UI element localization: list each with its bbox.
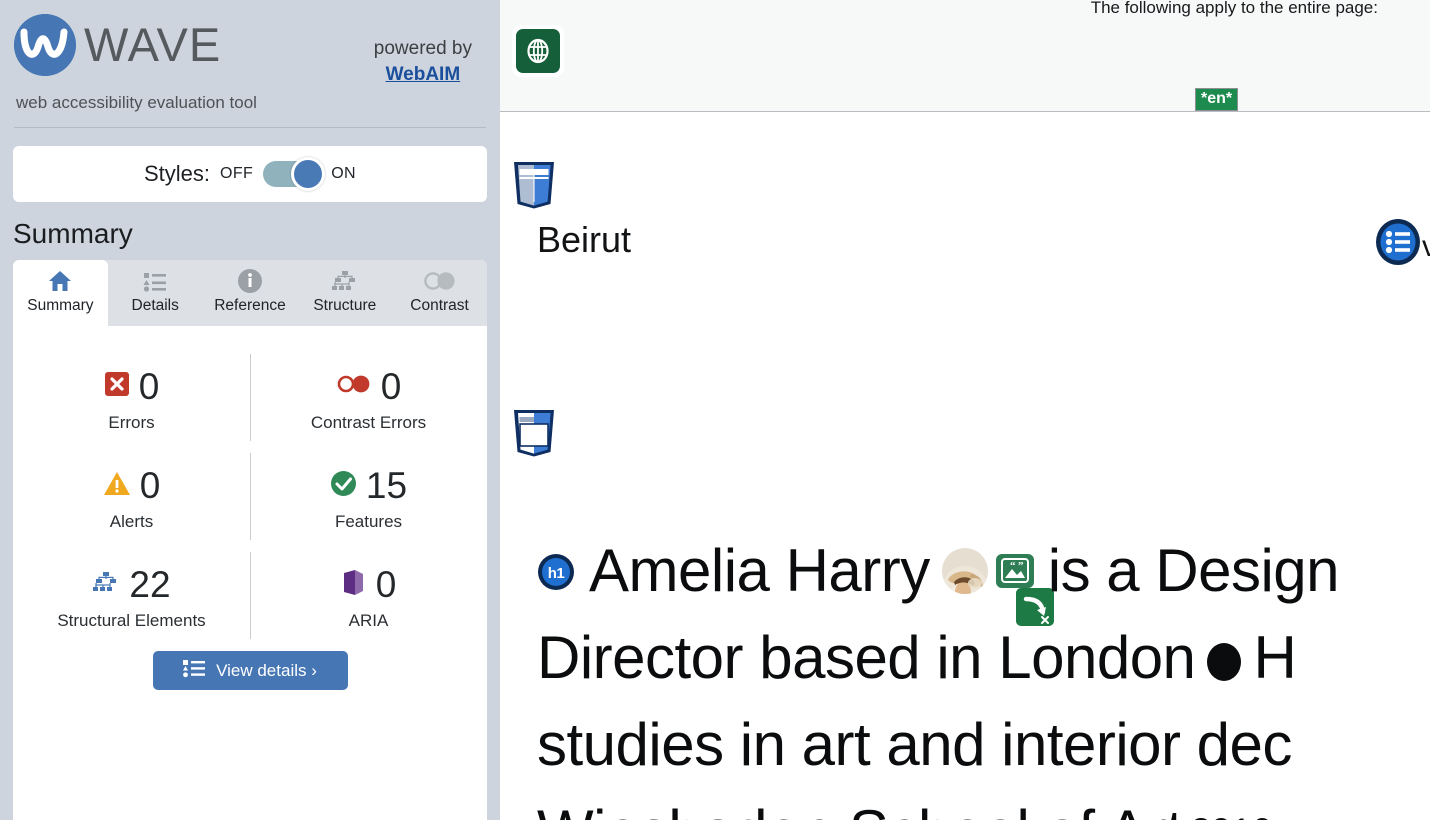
stat-errors[interactable]: 0 Errors — [13, 348, 250, 447]
stat-structural-elements-value: 22 — [129, 564, 171, 606]
page-level-banner: The following apply to the entire page: … — [500, 0, 1430, 112]
stat-features-value: 15 — [365, 465, 408, 507]
tab-summary-label: Summary — [27, 297, 94, 315]
h1-heading-icon[interactable]: h1 — [537, 527, 575, 614]
language-code-badge[interactable]: *en* — [1195, 88, 1239, 112]
tab-details[interactable]: Details — [108, 260, 203, 326]
stat-alerts[interactable]: 0 Alerts — [13, 447, 250, 546]
stat-alerts-label: Alerts — [109, 512, 154, 532]
bio-line4-year: 2016 — [1191, 812, 1272, 820]
stat-contrast-errors[interactable]: 0 Contrast Errors — [250, 348, 487, 447]
styles-on-label: ON — [331, 165, 357, 183]
bio-line4-text: Wiesbaden School of Art — [537, 788, 1183, 820]
view-details-label: View details › — [216, 660, 317, 680]
styles-toggle[interactable] — [263, 157, 326, 192]
navigation-list-icon[interactable] — [1374, 218, 1422, 271]
powered-by-label: powered by — [373, 38, 472, 59]
avatar — [941, 547, 988, 594]
stat-errors-label: Errors — [108, 413, 155, 433]
bio-line-1: h1 Amelia Harry “ ” is a Design — [537, 527, 1430, 614]
summary-stats-grid: 0 Errors 0 Contrast Errors 0 Alerts 15 F… — [13, 326, 487, 645]
language-globe-icon[interactable] — [512, 25, 564, 77]
bio-line-2: Director based in London H — [537, 614, 1430, 701]
stat-structural-elements[interactable]: 22 Structural Elements — [13, 546, 250, 645]
stat-aria[interactable]: 0 ARIA — [250, 546, 487, 645]
stat-aria-value: 0 — [375, 564, 397, 606]
wave-tagline: web accessibility evaluation tool — [16, 93, 257, 113]
stat-aria-label: ARIA — [348, 611, 389, 631]
webaim-link[interactable]: WebAIM — [374, 62, 472, 88]
stat-alerts-value: 0 — [139, 465, 161, 507]
bio-name: Amelia Harry — [589, 537, 930, 604]
page-title: Summary — [13, 218, 133, 250]
bio-line3-text: studies in art and interior dec — [537, 711, 1292, 778]
bio-line-3: studies in art and interior dec — [537, 701, 1430, 788]
stat-contrast-errors-value: 0 — [380, 366, 402, 408]
bio-line-4: Wiesbaden School of Art 2016 — [537, 788, 1430, 820]
structure-icon — [92, 570, 120, 599]
banner-note: The following apply to the entire page: — [1090, 0, 1378, 17]
tab-contrast[interactable]: Contrast — [392, 260, 487, 326]
tab-structure-label: Structure — [313, 297, 377, 315]
html5-structural-icon-secondary[interactable] — [512, 408, 556, 457]
bio-line1-tail: is a Design — [1047, 537, 1340, 604]
bio-line2-tail: H — [1253, 624, 1297, 691]
feature-icon — [330, 470, 357, 502]
list-icon — [183, 658, 206, 683]
bio-text-block: h1 Amelia Harry “ ” is a Design Director… — [537, 527, 1430, 820]
aria-icon — [341, 569, 367, 601]
alert-icon — [103, 471, 131, 501]
error-icon — [104, 371, 130, 402]
contrast-icon — [423, 266, 457, 296]
contrast-errors-icon — [336, 373, 372, 400]
bio-line2-text: Director based in London — [537, 624, 1196, 691]
powered-by-block: powered by WebAIM — [374, 14, 486, 87]
bullet-separator-icon — [1205, 635, 1243, 681]
image-alt-icon[interactable]: “ ” — [995, 553, 1034, 588]
view-details-button[interactable]: View details › — [152, 651, 348, 691]
tab-reference[interactable]: Reference — [203, 260, 298, 326]
tab-details-label: Details — [131, 297, 179, 315]
sidebar-header: WAVE powered by WebAIM web accessibility… — [0, 0, 500, 129]
svg-text:h1: h1 — [548, 565, 565, 582]
styles-toggle-knob[interactable] — [291, 157, 326, 192]
stat-errors-value: 0 — [138, 366, 160, 408]
tab-reference-label: Reference — [214, 297, 286, 315]
stat-contrast-errors-label: Contrast Errors — [310, 413, 427, 433]
summary-panel: Summary Details Reference Structure Cont… — [13, 260, 487, 820]
panel-tabs: Summary Details Reference Structure Cont… — [13, 260, 487, 327]
tab-summary[interactable]: Summary — [13, 260, 108, 327]
wave-wordmark: WAVE — [84, 18, 222, 71]
header-divider — [14, 127, 486, 129]
wave-sidebar: WAVE powered by WebAIM web accessibility… — [0, 0, 500, 820]
city-heading: Beirut — [537, 219, 632, 260]
styles-off-label: OFF — [220, 165, 254, 183]
styles-toggle-card: Styles: OFF ON — [13, 146, 487, 203]
svg-text:”: ” — [1018, 560, 1023, 572]
list-icon — [142, 266, 168, 296]
home-icon — [47, 266, 73, 296]
stat-features[interactable]: 15 Features — [250, 447, 487, 546]
info-icon — [237, 266, 263, 296]
tab-contrast-label: Contrast — [410, 297, 469, 315]
wave-logo-icon — [14, 14, 76, 76]
tab-structure[interactable]: Structure — [297, 260, 392, 326]
stat-structural-elements-label: Structural Elements — [57, 611, 206, 631]
styles-label: Styles: — [143, 161, 210, 187]
structure-icon — [331, 266, 359, 296]
nav-cut-text: v — [1422, 230, 1430, 263]
stat-features-label: Features — [334, 512, 403, 532]
html5-structural-icon[interactable] — [512, 160, 556, 209]
evaluated-page-viewport: The following apply to the entire page: … — [500, 0, 1430, 820]
